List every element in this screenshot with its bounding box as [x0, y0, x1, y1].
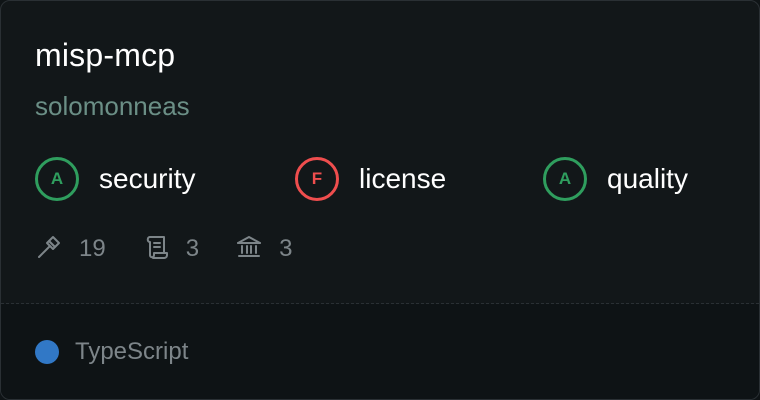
hammer-icon: [35, 233, 63, 266]
repo-name[interactable]: misp-mcp: [35, 35, 175, 75]
stat-resources: 3: [235, 233, 292, 266]
language-name: TypeScript: [75, 338, 189, 365]
stat-prompts: 3: [142, 233, 199, 266]
score-license: F license: [295, 155, 446, 203]
repo-card[interactable]: misp-mcp solomonneas A security F licens…: [0, 0, 760, 400]
stat-tools: 19: [35, 233, 106, 266]
tools-count: 19: [79, 235, 106, 262]
language-color-dot: [35, 340, 59, 364]
quality-grade-badge: A: [543, 157, 587, 201]
score-security: A security: [35, 155, 195, 203]
prompts-count: 3: [185, 235, 200, 262]
license-label: license: [359, 163, 447, 194]
resources-count: 3: [279, 235, 293, 262]
stats-row: 19 3 3: [35, 231, 328, 267]
score-quality: A quality: [543, 155, 688, 203]
repo-owner[interactable]: solomonneas: [35, 89, 190, 123]
security-grade-badge: A: [35, 157, 79, 201]
security-label: security: [99, 163, 196, 194]
license-grade-badge: F: [295, 157, 339, 201]
card-footer: TypeScript: [1, 304, 759, 399]
bank-icon: [235, 233, 263, 266]
scroll-icon: [142, 233, 170, 266]
language-indicator: TypeScript: [35, 338, 188, 366]
quality-label: quality: [607, 163, 688, 194]
